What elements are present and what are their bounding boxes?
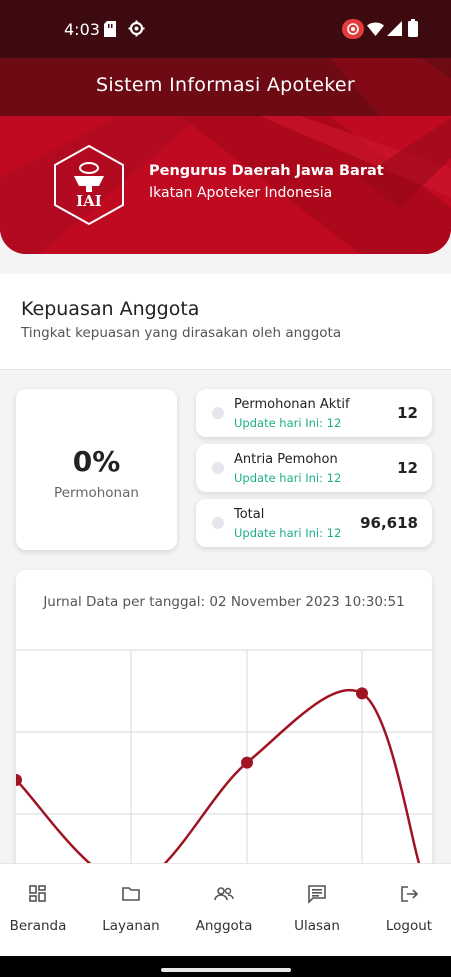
line-chart — [16, 649, 432, 870]
series-line — [16, 688, 422, 870]
stat-card-permohonan-aktif: Permohonan Aktif Update hari Ini: 12 12 — [196, 389, 432, 437]
stat-value: 96,618 — [360, 514, 418, 532]
app-title: Sistem Informasi Apoteker — [96, 74, 355, 96]
dashboard-icon — [29, 885, 46, 902]
nav-item-ulasan[interactable]: Ulasan — [272, 864, 362, 957]
logout-icon — [401, 886, 419, 902]
stat-card-total: Total Update hari Ini: 12 96,618 — [196, 499, 432, 547]
nav-label: Ulasan — [294, 918, 340, 934]
sim-card-icon — [104, 21, 116, 37]
nav-label: Beranda — [9, 918, 67, 934]
status-time: 4:03 — [64, 20, 100, 39]
stat-value: 12 — [397, 404, 418, 422]
header-banner: Sistem Informasi Apoteker IAI Pengurus D… — [0, 58, 451, 254]
nav-label: Anggota — [195, 918, 253, 934]
org-name: Pengurus Daerah Jawa Barat — [149, 163, 384, 179]
stat-update: Update hari Ini: 12 — [234, 526, 342, 540]
home-gesture-handle[interactable] — [161, 968, 291, 972]
data-point-2 — [241, 756, 253, 769]
screen-record-icon — [342, 19, 364, 39]
wifi-icon — [367, 22, 384, 36]
stat-value: 12 — [397, 459, 418, 477]
stat-label: Permohonan Aktif — [234, 397, 350, 412]
svg-text:IAI: IAI — [76, 192, 102, 210]
signal-icon — [387, 21, 402, 36]
folder-icon — [122, 887, 140, 901]
stat-label: Total — [234, 507, 265, 522]
stat-card-antria-pemohon: Antria Pemohon Update hari Ini: 12 12 — [196, 444, 432, 492]
nav-item-anggota[interactable]: Anggota — [179, 864, 269, 957]
status-dot-icon — [212, 407, 224, 419]
nav-item-logout[interactable]: Logout — [364, 864, 451, 957]
nav-item-layanan[interactable]: Layanan — [86, 864, 176, 957]
review-icon — [308, 885, 326, 904]
data-point-3 — [356, 687, 368, 700]
status-dot-icon — [212, 517, 224, 529]
system-navigation-bar — [0, 956, 451, 977]
status-bar: 4:03 — [0, 0, 451, 58]
bottom-navigation: Beranda Layanan Anggota Ulasan Logout — [0, 863, 451, 956]
nav-label: Layanan — [102, 918, 160, 934]
people-icon — [214, 887, 234, 901]
summary-label: Permohonan — [54, 485, 139, 501]
settings-icon — [128, 20, 145, 37]
stat-label: Antria Pemohon — [234, 452, 338, 467]
org-subtitle: Ikatan Apoteker Indonesia — [149, 185, 333, 201]
satisfaction-section-header: Kepuasan Anggota Tingkat kepuasan yang d… — [0, 274, 451, 370]
summary-card: 0% Permohonan — [16, 389, 177, 550]
iai-logo: IAI — [54, 144, 124, 226]
status-dot-icon — [212, 462, 224, 474]
nav-item-beranda[interactable]: Beranda — [0, 864, 83, 957]
stat-update: Update hari Ini: 12 — [234, 471, 342, 485]
summary-percent: 0% — [72, 445, 121, 478]
section-title: Kepuasan Anggota — [21, 298, 200, 320]
stat-update: Update hari Ini: 12 — [234, 416, 342, 430]
section-subtitle: Tingkat kepuasan yang dirasakan oleh ang… — [21, 325, 342, 341]
journal-chart-card: Jurnal Data per tanggal: 02 November 202… — [16, 570, 432, 870]
nav-label: Logout — [385, 918, 433, 934]
battery-icon — [408, 19, 418, 37]
